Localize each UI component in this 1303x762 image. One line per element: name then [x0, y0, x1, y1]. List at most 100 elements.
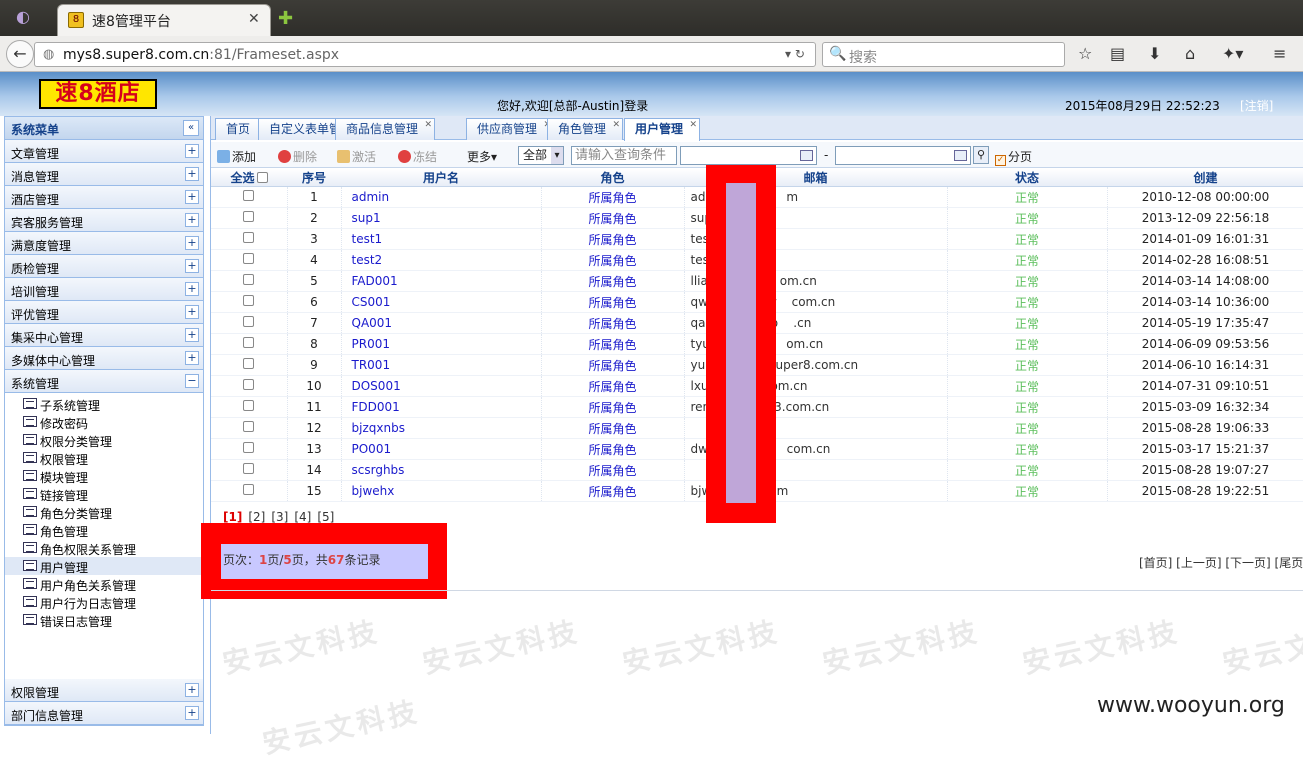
browser-tab[interactable]: 8 速8管理平台 ✕ — [57, 4, 271, 36]
filter-select[interactable]: 全部 — [518, 146, 564, 165]
role-link[interactable]: 所属角色 — [541, 375, 685, 397]
username-link[interactable]: CS001 — [341, 291, 542, 313]
row-checkbox[interactable] — [243, 379, 255, 390]
role-link[interactable]: 所属角色 — [541, 459, 685, 481]
role-link[interactable]: 所属角色 — [541, 186, 685, 208]
role-link[interactable]: 所属角色 — [541, 354, 685, 376]
sidebar-sub-item[interactable]: 用户角色关系管理 — [5, 575, 203, 593]
add-button[interactable]: 添加 — [217, 148, 256, 165]
more-button[interactable]: 更多▾ — [467, 148, 497, 165]
tab-4[interactable]: 供应商管理✕ — [466, 118, 555, 140]
username-link[interactable]: FAD001 — [341, 270, 542, 292]
role-link[interactable]: 所属角色 — [541, 207, 685, 229]
expand-plus-icon[interactable]: + — [185, 259, 199, 273]
row-checkbox[interactable] — [243, 400, 255, 411]
paging-checkbox[interactable]: ✓ 分页 — [995, 148, 1032, 166]
expand-plus-icon[interactable]: + — [185, 305, 199, 319]
sidebar-sub-item[interactable]: 权限管理 — [5, 449, 203, 467]
row-checkbox[interactable] — [243, 274, 255, 285]
username-link[interactable]: test1 — [341, 228, 542, 250]
expand-plus-icon[interactable]: + — [185, 144, 199, 158]
select-all-checkbox[interactable] — [256, 172, 268, 183]
row-checkbox[interactable] — [243, 442, 255, 453]
role-link[interactable]: 所属角色 — [541, 270, 685, 292]
reading-list-icon[interactable]: ▤ — [1110, 44, 1125, 63]
role-link[interactable]: 所属角色 — [541, 228, 685, 250]
sidebar-menu-item[interactable]: 文章管理 + — [5, 140, 203, 163]
menu-icon[interactable]: ≡ — [1273, 44, 1286, 63]
freeze-button[interactable]: 冻结 — [398, 148, 437, 165]
username-link[interactable]: DOS001 — [341, 375, 542, 397]
sidebar-sub-item[interactable]: 子系统管理 — [5, 395, 203, 413]
sidebar-sub-item[interactable]: 角色权限关系管理 — [5, 539, 203, 557]
username-link[interactable]: FDD001 — [341, 396, 542, 418]
download-icon[interactable]: ⬇ — [1148, 44, 1161, 63]
bookmark-star-icon[interactable]: ☆ — [1078, 44, 1092, 63]
activate-button[interactable]: 激活 — [337, 148, 376, 165]
expand-plus-icon[interactable]: + — [185, 683, 199, 697]
row-checkbox[interactable] — [243, 211, 255, 222]
expand-plus-icon[interactable]: + — [185, 236, 199, 250]
tab-3[interactable]: 商品信息管理 ✕ — [335, 115, 436, 140]
sidebar-menu-item[interactable]: 宾客服务管理 + — [5, 209, 203, 232]
username-link[interactable]: PR001 — [341, 333, 542, 355]
expand-plus-icon[interactable]: + — [185, 328, 199, 342]
row-checkbox[interactable] — [243, 358, 255, 369]
username-link[interactable]: PO001 — [341, 438, 542, 460]
collapse-icon[interactable]: « — [183, 120, 199, 136]
expand-plus-icon[interactable]: + — [185, 213, 199, 227]
role-link[interactable]: 所属角色 — [541, 417, 685, 439]
expand-plus-icon[interactable]: + — [185, 190, 199, 204]
username-link[interactable]: bjwehx — [341, 480, 542, 502]
username-link[interactable]: TR001 — [341, 354, 542, 376]
expand-plus-icon[interactable]: + — [185, 167, 199, 181]
sidebar-menu-item[interactable]: 多媒体中心管理 + — [5, 347, 203, 370]
username-link[interactable]: test2 — [341, 249, 542, 271]
username-link[interactable]: QA001 — [341, 312, 542, 334]
expand-plus-icon[interactable]: + — [185, 351, 199, 365]
sidebar-menu-item[interactable]: 部门信息管理 + — [5, 702, 203, 725]
page-link[interactable]: [2] — [248, 510, 265, 524]
row-checkbox[interactable] — [243, 463, 255, 474]
url-bar[interactable]: ◍ mys8.super8.com.cn:81/Frameset.aspx ▾ … — [34, 42, 816, 67]
role-link[interactable]: 所属角色 — [541, 333, 685, 355]
page-link[interactable]: [5] — [317, 510, 334, 524]
delete-button[interactable]: 删除 — [278, 148, 317, 165]
sidebar-sub-item[interactable]: 权限分类管理 — [5, 431, 203, 449]
row-checkbox[interactable] — [243, 484, 255, 495]
role-link[interactable]: 所属角色 — [541, 480, 685, 502]
tab-6[interactable]: 用户管理 ✕ — [624, 115, 701, 141]
page-link[interactable]: [3] — [271, 510, 288, 524]
expand-plus-icon[interactable]: + — [185, 282, 199, 296]
close-tab-icon[interactable]: ✕ — [424, 115, 432, 135]
sidebar-sub-item[interactable]: 用户管理 — [5, 557, 203, 575]
search-button[interactable]: ⚲ — [973, 146, 989, 164]
sidebar-sub-item[interactable]: 用户行为日志管理 — [5, 593, 203, 611]
browser-search-input[interactable]: 🔍 搜索 — [822, 42, 1065, 67]
tab-5[interactable]: 角色管理 ✕ — [547, 115, 624, 140]
sidebar-menu-item[interactable]: 集采中心管理 + — [5, 324, 203, 347]
tab-1[interactable]: 首页 — [215, 118, 262, 140]
row-checkbox[interactable] — [243, 232, 255, 243]
row-checkbox[interactable] — [243, 421, 255, 432]
close-tab-icon[interactable]: ✕ — [689, 115, 697, 135]
row-checkbox[interactable] — [243, 295, 255, 306]
page-nav[interactable]: [首页] [上一页] [下一页] [尾页] — [1139, 554, 1303, 571]
row-checkbox[interactable] — [243, 316, 255, 327]
start-date-input[interactable] — [680, 146, 817, 165]
sidebar-menu-item[interactable]: 系统管理 − — [5, 370, 203, 393]
sidebar-sub-item[interactable]: 角色管理 — [5, 521, 203, 539]
sidebar-menu-item[interactable]: 权限管理 + — [5, 679, 203, 702]
row-checkbox[interactable] — [243, 337, 255, 348]
sidebar-sub-item[interactable]: 模块管理 — [5, 467, 203, 485]
home-icon[interactable]: ⌂ — [1185, 44, 1195, 63]
sidebar-sub-item[interactable]: 错误日志管理 — [5, 611, 203, 629]
reload-icon[interactable]: ▾ ↻ — [785, 47, 805, 61]
close-tab-icon[interactable]: ✕ — [612, 115, 620, 135]
close-tab-icon[interactable]: ✕ — [248, 11, 260, 27]
expand-plus-icon[interactable]: + — [185, 706, 199, 720]
username-link[interactable]: sup1 — [341, 207, 542, 229]
role-link[interactable]: 所属角色 — [541, 312, 685, 334]
sidebar-sub-item[interactable]: 角色分类管理 — [5, 503, 203, 521]
sidebar-menu-item[interactable]: 酒店管理 + — [5, 186, 203, 209]
